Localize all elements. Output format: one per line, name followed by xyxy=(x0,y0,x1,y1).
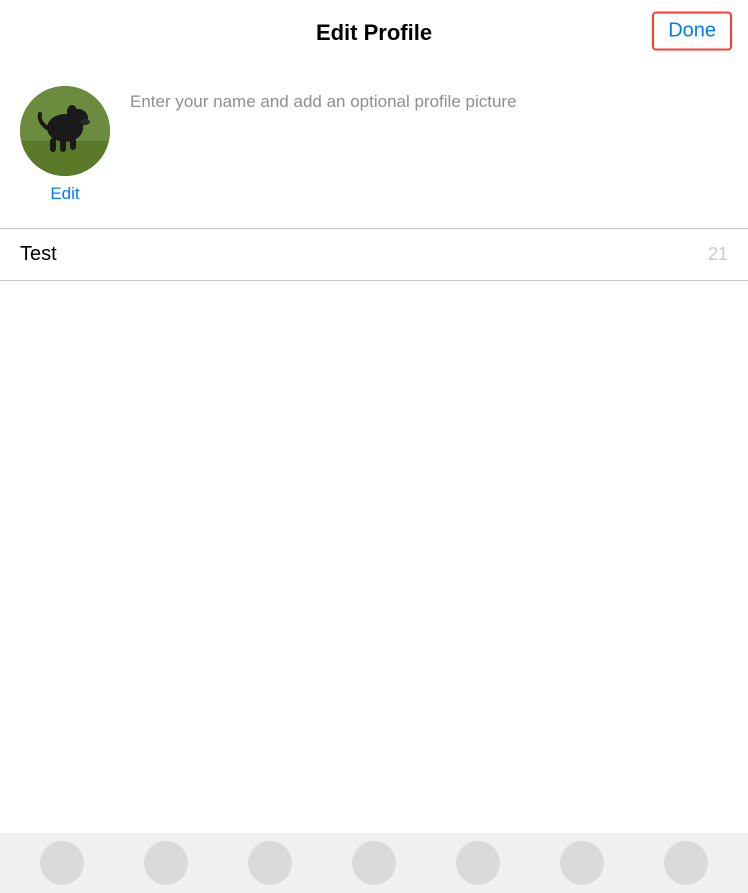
bottom-icon-2[interactable] xyxy=(144,841,188,885)
bottom-icon-7[interactable] xyxy=(664,841,708,885)
header: Edit Profile Done xyxy=(0,0,748,62)
bottom-icon-6[interactable] xyxy=(560,841,604,885)
avatar-container: Edit xyxy=(20,86,110,204)
bottom-icon-5[interactable] xyxy=(456,841,500,885)
profile-section: Edit Enter your name and add an optional… xyxy=(0,62,748,228)
char-count: 21 xyxy=(708,244,728,265)
edit-photo-button[interactable]: Edit xyxy=(50,184,79,204)
bottom-icon-3[interactable] xyxy=(248,841,292,885)
bottom-icon-1[interactable] xyxy=(40,841,84,885)
page-title: Edit Profile xyxy=(316,20,432,46)
avatar xyxy=(20,86,110,176)
name-input-row: 21 xyxy=(0,229,748,280)
name-input[interactable] xyxy=(20,243,700,266)
bottom-bar xyxy=(0,833,748,893)
bottom-icon-4[interactable] xyxy=(352,841,396,885)
profile-description: Enter your name and add an optional prof… xyxy=(130,86,728,114)
done-button[interactable]: Done xyxy=(652,12,732,51)
divider-bottom xyxy=(0,280,748,281)
